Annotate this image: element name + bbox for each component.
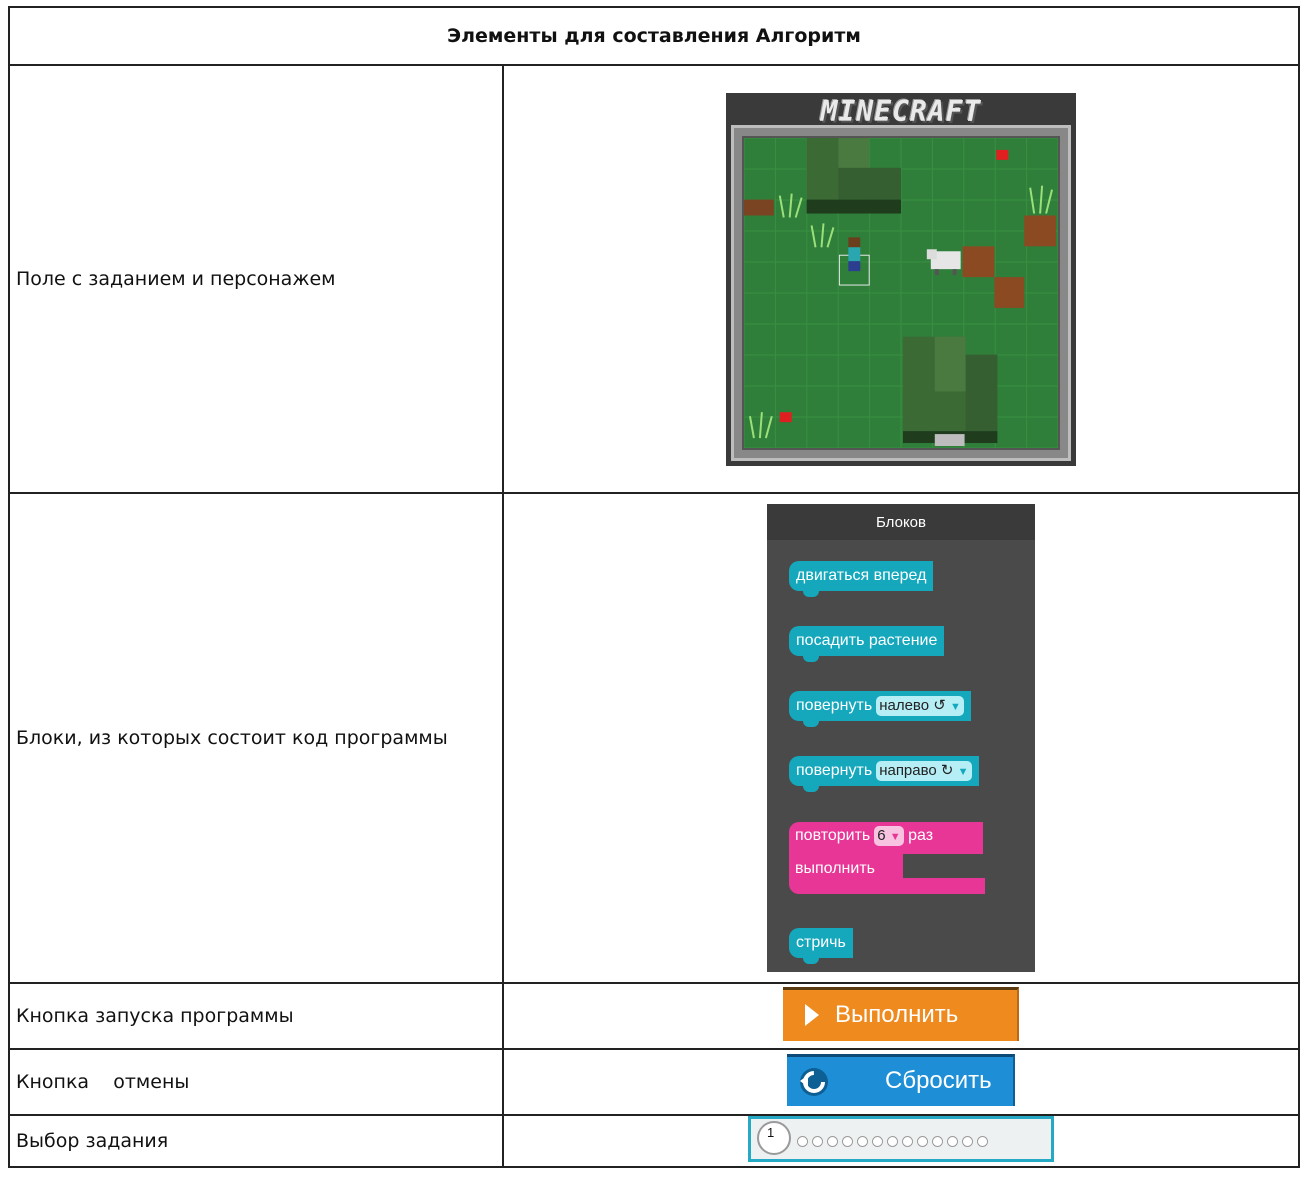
game-frame [731,124,1071,461]
blocks-palette: Блоков двигаться вперед посадить растени… [767,504,1035,972]
play-icon [805,1004,819,1026]
chevron-down-icon: ▼ [889,831,901,843]
block-label: повернуть [796,697,873,714]
level-dot[interactable] [902,1136,913,1147]
block-label: повернуть [796,762,873,779]
row-label-reset: Кнопка отмены [8,1048,504,1116]
game-field: MINECRAFT [726,92,1076,466]
row-label-blocks: Блоки, из которых состоит код программы [8,492,504,984]
level-dots [797,1132,992,1151]
level-selector: 1 [748,1116,1054,1162]
palette-title: Блоков [767,504,1035,540]
row-label-field: Поле с заданием и персонажем [8,64,504,494]
dirt-tile [1024,215,1057,246]
direction-dropdown[interactable]: направо ↻ ▼ [876,761,972,781]
level-dot[interactable] [842,1136,853,1147]
chevron-down-icon: ▼ [949,701,961,713]
player-icon [848,236,861,247]
row-label-run: Кнопка запуска программы [8,982,504,1050]
block-plant[interactable]: посадить растение [789,626,945,662]
elements-table: Элементы для составления Алгоритм Поле с… [7,6,1301,1168]
block-repeat[interactable]: повторить 6 ▼ раз выполнить [789,822,985,896]
level-dot[interactable] [932,1136,943,1147]
minecraft-logo: MINECRAFT [820,94,982,128]
level-dot[interactable] [947,1136,958,1147]
game-board [744,137,1058,448]
level-dot[interactable] [827,1136,838,1147]
repeat-prefix: повторить [795,827,871,844]
direction-dropdown[interactable]: налево ↺ ▼ [876,696,964,716]
block-shear[interactable]: стричь [789,928,853,964]
level-dot[interactable] [917,1136,928,1147]
block-turn-right[interactable]: повернуть направо ↻ ▼ [789,756,979,792]
level-dot[interactable] [872,1136,883,1147]
level-current[interactable]: 1 [757,1121,791,1155]
block-move-forward[interactable]: двигаться вперед [789,561,934,597]
level-dot[interactable] [977,1136,988,1147]
level-dot[interactable] [797,1136,808,1147]
reset-button-label: Сбросить [885,1067,992,1094]
chevron-down-icon: ▼ [957,766,969,778]
repeat-count-dropdown[interactable]: 6 ▼ [874,826,904,846]
level-dot[interactable] [812,1136,823,1147]
level-dot[interactable] [962,1136,973,1147]
dirt-tile [962,245,995,277]
dirt-tile [994,276,1025,308]
block-turn-left[interactable]: повернуть налево ↺ ▼ [789,691,971,727]
row-label-levels: Выбор задания [8,1114,504,1168]
level-dot[interactable] [887,1136,898,1147]
table-header: Элементы для составления Алгоритм [7,6,1301,66]
run-button[interactable]: Выполнить [783,987,1019,1041]
repeat-suffix: раз [908,827,934,844]
reset-icon [800,1068,828,1096]
reset-button[interactable]: Сбросить [787,1054,1015,1106]
repeat-body-label: выполнить [795,860,875,877]
run-button-label: Выполнить [835,1001,959,1028]
level-dot[interactable] [857,1136,868,1147]
